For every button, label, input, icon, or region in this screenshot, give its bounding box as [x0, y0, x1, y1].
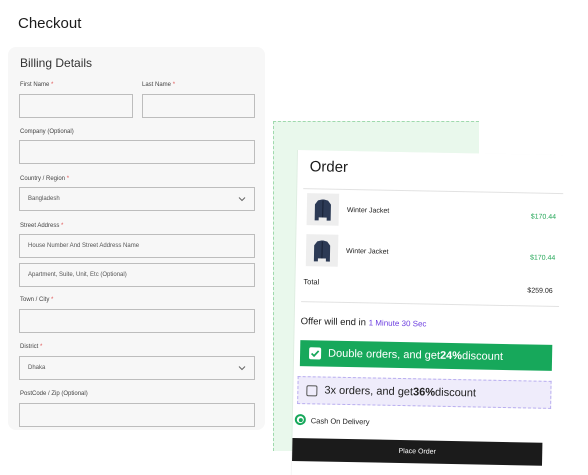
district-label: District * — [20, 344, 43, 350]
street-label: Street Address * — [20, 223, 64, 229]
jacket-icon — [305, 234, 339, 267]
checkbox-unchecked[interactable] — [306, 385, 318, 397]
country-label: Country / Region * — [20, 176, 70, 182]
order-card: Order Winter Jacket $170.44 Winter Jacke… — [291, 150, 564, 475]
billing-details-card: Billing Details First Name * Last Name *… — [8, 47, 265, 430]
company-field[interactable] — [19, 140, 255, 164]
payment-method-label: Cash On Delivery — [310, 416, 370, 427]
cash-on-delivery-radio[interactable] — [294, 413, 306, 426]
divider — [301, 301, 560, 308]
apartment-placeholder: Apartment, Suite, Unit, Etc (Optional) — [28, 272, 127, 278]
page-title: Checkout — [18, 15, 82, 32]
place-order-button[interactable]: Place Order — [292, 437, 543, 466]
item-price: $170.44 — [529, 254, 556, 262]
item-name: Winter Jacket — [345, 247, 389, 256]
district-value: Dhaka — [28, 365, 46, 371]
country-value: Bangladesh — [28, 196, 60, 202]
chevron-down-icon — [238, 366, 246, 371]
offer-timer: 1 Minute 30 Sec — [368, 318, 427, 329]
item-name: Winter Jacket — [346, 206, 390, 215]
total-label: Total — [303, 277, 320, 287]
district-select[interactable]: Dhaka — [19, 356, 255, 380]
deal-double-orders[interactable]: Double orders, and get 24% discount — [299, 340, 553, 371]
street-placeholder: House Number And Street Address Name — [28, 243, 140, 249]
street-address-field[interactable]: House Number And Street Address Name — [19, 234, 255, 258]
check-icon — [310, 350, 320, 358]
order-title: Order — [309, 158, 349, 176]
jacket-icon — [306, 193, 340, 226]
deal-triple-orders[interactable]: 3x orders, and get 36% discount — [297, 376, 552, 409]
total-value: $259.06 — [527, 287, 553, 295]
divider — [303, 188, 564, 195]
first-name-field[interactable] — [19, 94, 133, 118]
postcode-label: PostCode / Zip (Optional) — [20, 391, 88, 397]
offer-countdown: Offer will end in 1 Minute 30 Sec — [300, 316, 427, 329]
first-name-label: First Name * — [20, 82, 54, 88]
billing-title: Billing Details — [20, 56, 93, 70]
item-price: $170.44 — [530, 213, 557, 221]
town-field[interactable] — [19, 309, 255, 333]
town-label: Town / City * — [20, 297, 54, 303]
chevron-down-icon — [238, 197, 246, 202]
postcode-field[interactable] — [19, 403, 255, 427]
company-label: Company (Optional) — [20, 129, 74, 135]
last-name-field[interactable] — [142, 94, 255, 118]
country-select[interactable]: Bangladesh — [19, 187, 255, 211]
checkbox-checked[interactable] — [308, 347, 322, 360]
last-name-label: Last Name * — [142, 82, 176, 88]
apartment-field[interactable]: Apartment, Suite, Unit, Etc (Optional) — [19, 263, 255, 287]
